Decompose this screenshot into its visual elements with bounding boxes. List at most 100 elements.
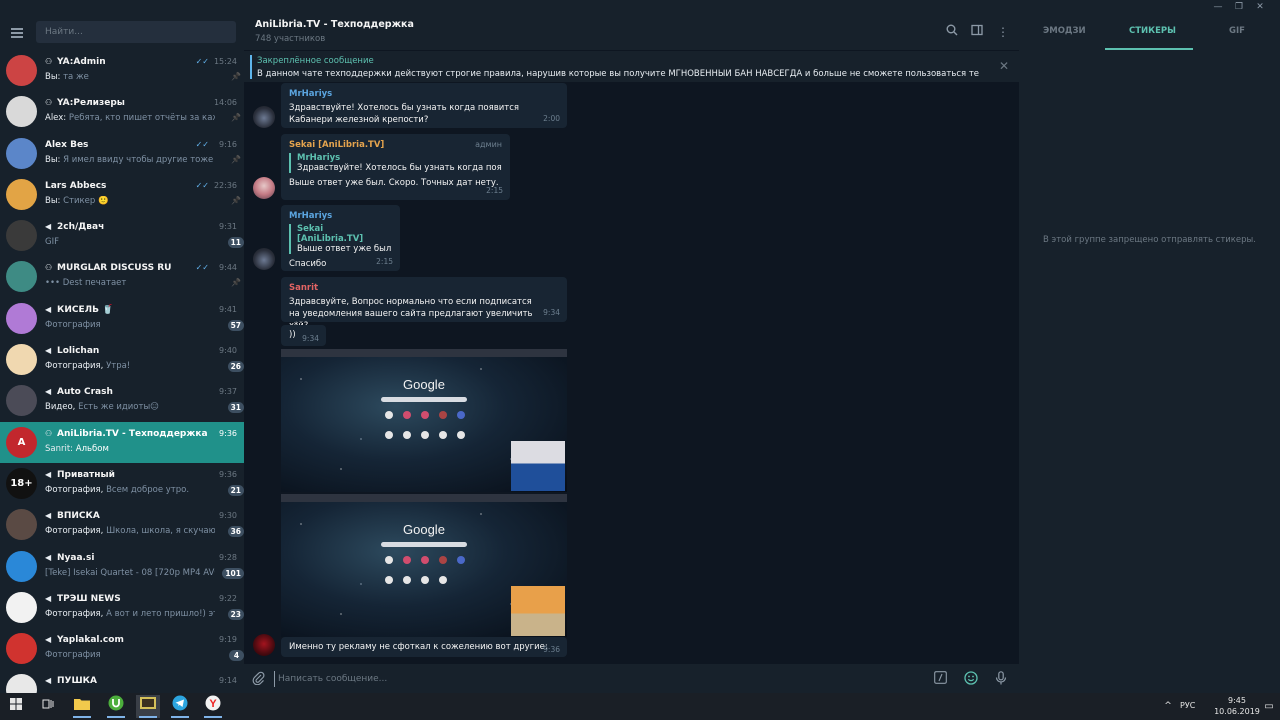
message-author[interactable]: Sanrit <box>289 283 559 293</box>
chat-list-item[interactable]: ⚇ YA:Релизеры 14:06 Alex: Ребята, кто пишет… <box>0 91 244 132</box>
clock-date[interactable]: 10.06.2019 <box>1209 707 1265 716</box>
chat-list-item[interactable]: Lars Abbecs ✓✓ 22:36 Вы: Стикер 🙂 📌 <box>0 174 244 215</box>
emoji-icon[interactable] <box>963 671 979 687</box>
chat-name: ПУШКА <box>57 676 97 687</box>
notifications-icon[interactable]: ▭ <box>1262 695 1276 718</box>
message-bubble[interactable]: Sanrit Здравсвуйте, Вопрос нормально что… <box>281 277 567 331</box>
album-photo[interactable]: Google <box>281 349 567 492</box>
chat-list-item[interactable]: ◀ Yaplakal.com 9:19 Фотография 4 <box>0 628 244 669</box>
message-bubble[interactable]: )) 9:34 <box>281 325 326 346</box>
chat-name: YA:Admin <box>57 57 106 67</box>
shortcut-tile <box>403 576 411 584</box>
reply-quote[interactable]: MrHariys Здравствуйте! Хотелось бы узнат… <box>289 153 502 173</box>
preview-sender: Фотография, <box>45 608 104 619</box>
message-author[interactable]: MrHariys <box>289 211 392 221</box>
telegram-icon[interactable] <box>168 695 192 718</box>
chat-list-item[interactable]: ◀ 2ch/Двач 9:31 GIF 11 <box>0 215 244 256</box>
unread-badge: 11 <box>227 237 244 249</box>
avatar[interactable] <box>253 248 275 270</box>
language-indicator[interactable]: РУС <box>1180 701 1195 710</box>
chat-time: 9:36 <box>219 428 237 438</box>
close-window-icon[interactable]: ✕ <box>1252 0 1268 14</box>
windows-start-icon[interactable] <box>4 695 28 718</box>
chat-title[interactable]: AniLibria.TV - Техподдержка <box>255 19 414 30</box>
microphone-icon[interactable] <box>993 671 1009 687</box>
tray-expand-icon[interactable]: ^ <box>1156 695 1180 718</box>
channel-icon: ◀ <box>45 676 52 686</box>
search-icon[interactable] <box>944 24 960 40</box>
yandex-browser-icon[interactable]: Y <box>201 695 225 718</box>
chat-list-item[interactable]: ◀ Lolichan 9:40 Фотография, Утра! 26 <box>0 339 244 380</box>
chat-item-header: ◀ ТРЭШ NEWS 9:22 <box>45 594 237 606</box>
browser-toolbar <box>281 494 567 502</box>
message-text: Здравствуйте! Хотелось бы узнать когда п… <box>289 103 520 125</box>
channel-icon: ◀ <box>45 222 52 232</box>
channel-icon: ◀ <box>45 346 52 356</box>
search-input[interactable] <box>36 21 236 43</box>
message-bubble[interactable]: Именно ту рекламу не сфоткал к сожелению… <box>281 637 567 657</box>
shortcut-tile <box>385 556 393 564</box>
hamburger-menu-icon[interactable] <box>8 24 26 40</box>
chat-time: 9:41 <box>219 304 237 314</box>
message-author[interactable]: Sekai [AniLibria.TV] <box>289 140 502 150</box>
message-bubble[interactable]: Sekai [AniLibria.TV] админ MrHariys Здра… <box>281 134 510 200</box>
chat-list-item[interactable]: A ⚇ AniLibria.TV - Техподдержка 9:36 Sanrit:… <box>0 421 244 463</box>
tab-gif[interactable]: GIF <box>1229 26 1245 36</box>
chat-list-item[interactable]: ◀ ВПИСКА 9:30 Фотография, Школа, школа, я с… <box>0 504 244 545</box>
chat-list-item[interactable]: 18+ ◀ Приватный 9:36 Фотография, Всем доброе… <box>0 463 244 504</box>
sidebar-toggle-icon[interactable] <box>969 24 985 40</box>
member-count[interactable]: 748 участников <box>255 34 325 44</box>
more-vert-icon[interactable]: ⋮ <box>995 24 1011 40</box>
preview-sender: Вы: <box>45 154 61 165</box>
message-author[interactable]: MrHariys <box>289 89 559 99</box>
close-icon[interactable]: ✕ <box>999 59 1009 73</box>
chat-time: 9:44 <box>219 263 237 273</box>
clock-time[interactable]: 9:45 <box>1209 696 1265 705</box>
avatar[interactable] <box>253 106 275 128</box>
avatar[interactable] <box>253 177 275 199</box>
unread-badge: 101 <box>222 567 244 579</box>
shortcut-tile <box>457 556 465 564</box>
preview-sender: Alex: <box>45 113 67 124</box>
shortcut-tile <box>421 576 429 584</box>
message-input[interactable] <box>274 671 924 687</box>
reply-quote[interactable]: Sekai [AniLibria.TV] Выше ответ уже был.… <box>289 224 392 254</box>
chat-list-item[interactable]: ◀ Nyaa.si 9:28 [Teke] Isekai Quartet - 08 [… <box>0 546 244 587</box>
chat-item-header: ⚇ MURGLAR DISCUSS RU ✓✓ 9:44 <box>45 263 237 275</box>
message-bubble[interactable]: MrHariys Здравствуйте! Хотелось бы узнат… <box>281 83 567 128</box>
maximize-icon[interactable]: ❐ <box>1231 0 1247 14</box>
chat-item-header: ◀ Приватный 9:36 <box>45 470 237 482</box>
minimize-icon[interactable]: — <box>1210 0 1226 14</box>
chat-list-item[interactable]: ◀ Auto Crash 9:37 Видео, Есть же идиоты😑 31 <box>0 380 244 421</box>
media-app-icon[interactable] <box>136 695 160 718</box>
chat-list-item[interactable]: ⚇ MURGLAR DISCUSS RU ✓✓ 9:44 ••• Dest печата… <box>0 256 244 297</box>
pin-icon: 📌 <box>231 195 241 205</box>
utorrent-icon[interactable] <box>104 695 128 718</box>
avatar <box>6 96 37 128</box>
avatar[interactable] <box>253 634 275 656</box>
chat-list-item[interactable]: ⚇ YA:Admin ✓✓ 15:24 Вы: та же 📌 <box>0 50 244 91</box>
attach-icon[interactable] <box>250 671 266 687</box>
avatar <box>6 674 37 693</box>
message-history: MrHariys Здравствуйте! Хотелось бы узнат… <box>244 82 1019 663</box>
tab-emoji[interactable]: ЭМОДЗИ <box>1043 26 1086 36</box>
shortcut-tile <box>403 431 411 439</box>
pinned-message[interactable]: Закреплённое сообщение В данном чате тех… <box>244 50 1019 82</box>
window-titlebar: — ❐ ✕ <box>0 0 1280 14</box>
task-view-icon[interactable] <box>36 695 60 718</box>
file-explorer-icon[interactable] <box>70 695 94 718</box>
tab-stickers[interactable]: СТИКЕРЫ <box>1129 26 1176 36</box>
chat-list-item[interactable]: Alex Bes ✓✓ 9:16 Вы: Я имел ввиду чтобы дру… <box>0 133 244 174</box>
chat-list-item[interactable]: ◀ КИСЕЛЬ 🥤 9:41 Фотография 57 <box>0 298 244 339</box>
group-icon: ⚇ <box>45 57 53 66</box>
chat-item-header: ◀ ПУШКА 9:14 <box>45 676 237 688</box>
message-text: Выше ответ уже был. Скоро. Точных дат не… <box>289 178 499 188</box>
message-bubble[interactable]: MrHariys Sekai [AniLibria.TV] Выше ответ… <box>281 205 400 271</box>
preview-text: Фотография <box>45 319 101 330</box>
album-photo[interactable]: Google <box>281 494 567 637</box>
channel-icon: ◀ <box>45 387 52 397</box>
preview-text: А вот и лето пришло!) это ... <box>106 608 215 619</box>
chat-list-item[interactable]: ◀ ТРЭШ NEWS 9:22 Фотография, А вот и лето п… <box>0 587 244 628</box>
chat-list-item[interactable]: ◀ ПУШКА 9:14 <box>0 669 244 693</box>
bot-command-icon[interactable] <box>932 671 948 687</box>
